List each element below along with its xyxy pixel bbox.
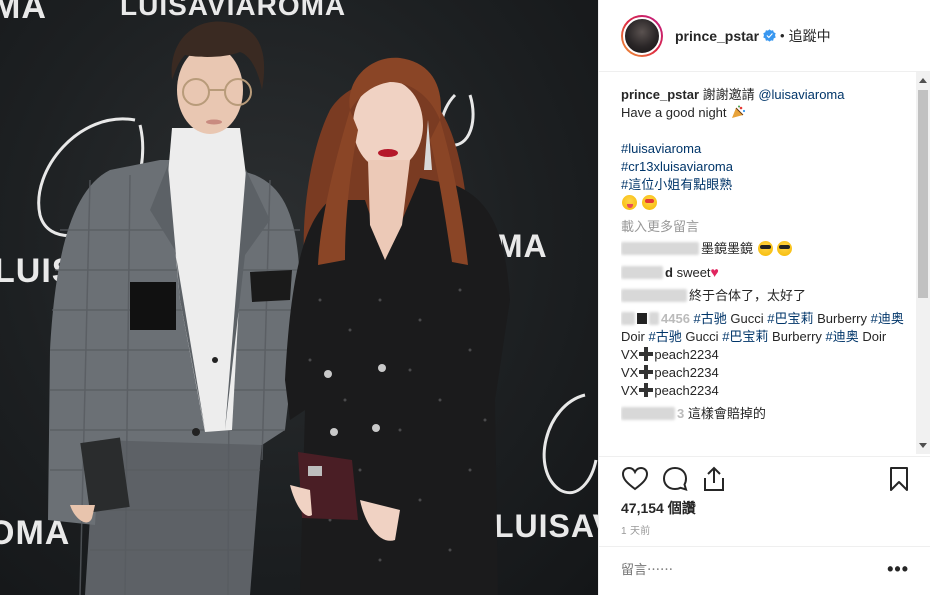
vx-label: VX xyxy=(621,365,639,380)
sunglasses-face-icon xyxy=(757,241,773,256)
vx-label: VX xyxy=(621,383,639,398)
verified-badge-icon xyxy=(763,29,776,42)
comment-line: VX peach2234 xyxy=(621,346,911,364)
comment-line: VX peach2234 xyxy=(621,382,911,400)
comment-item: d sweet♥ xyxy=(621,263,911,282)
comment-text: Burberry xyxy=(772,329,822,344)
heavy-plus-icon xyxy=(639,347,654,361)
hashtag-link[interactable]: #luisaviaroma xyxy=(621,140,911,158)
comment-input[interactable] xyxy=(621,562,861,577)
caption-line-2-text: Have a good night xyxy=(621,105,727,120)
vx-id: peach2234 xyxy=(654,383,719,398)
comment-item: 終于合体了，太好了 xyxy=(621,287,911,305)
blurred-username xyxy=(621,289,687,302)
hashtag-link[interactable]: #迪奥 xyxy=(871,311,904,326)
red-heart-icon: ♥ xyxy=(710,264,719,280)
comment-username[interactable]: 4456 xyxy=(661,311,690,326)
comment-item: 4456 #古驰 Gucci #巴宝莉 Burberry #迪奥 Doir #古… xyxy=(621,310,911,400)
comment-item: 3 這樣會賠掉的 xyxy=(621,405,911,423)
post-timestamp[interactable]: 1 天前 xyxy=(621,522,651,537)
post-photo[interactable]: MA LUISAVIAROMA LUISAV OMA OMA LUISAV xyxy=(0,0,598,595)
load-more-label: 載入更多留言 xyxy=(621,219,700,234)
hashtag-link[interactable]: #cr13xluisaviaroma xyxy=(621,158,911,176)
comment-line: VX peach2234 xyxy=(621,364,911,382)
vx-id: peach2234 xyxy=(654,365,719,380)
header-username[interactable]: prince_pstar xyxy=(675,28,759,44)
scrollbar-thumb[interactable] xyxy=(918,90,928,298)
heavy-plus-icon xyxy=(639,383,654,397)
caption-line-2: Have a good night xyxy=(621,104,911,122)
comment-text: 墨鏡墨鏡 xyxy=(701,241,754,256)
vx-label: VX xyxy=(621,347,639,362)
caption-text: 謝謝邀請 xyxy=(702,87,755,102)
blurred-username xyxy=(621,242,699,255)
caption-emojis xyxy=(621,194,911,212)
share-icon[interactable] xyxy=(700,465,728,493)
likes-number: 47,154 xyxy=(621,500,664,516)
blurred-username xyxy=(621,266,663,279)
comment-text: sweet xyxy=(676,265,711,280)
comment-text: Burberry xyxy=(817,311,867,326)
blurred-username xyxy=(621,312,635,325)
yum-face-icon xyxy=(622,195,637,210)
caption: prince_pstar 謝謝邀請 @luisaviaroma xyxy=(621,86,911,104)
caption-username[interactable]: prince_pstar xyxy=(621,87,699,102)
star-struck-face-icon xyxy=(641,195,657,210)
like-heart-icon[interactable] xyxy=(621,465,649,493)
avatar-image xyxy=(623,16,661,55)
hashtag-link[interactable]: #古驰 xyxy=(694,311,727,326)
comment-text: Gucci xyxy=(685,329,719,344)
comments-scrollbar[interactable] xyxy=(916,72,930,454)
more-options-button[interactable]: ••• xyxy=(887,559,909,580)
hashtag-link[interactable]: #這位小姐有點眼熟 xyxy=(621,176,911,194)
caption-mention-link[interactable]: @luisaviaroma xyxy=(758,87,844,102)
blurred-username xyxy=(621,407,675,420)
blurred-avatar xyxy=(637,313,647,324)
hashtag-link[interactable]: #古驰 xyxy=(648,329,681,344)
load-more-comments-button[interactable]: 載入更多留言 xyxy=(621,218,911,236)
post-actions-bar xyxy=(599,456,930,500)
add-comment-bar: ••• xyxy=(599,546,930,595)
comment-username[interactable]: 3 xyxy=(677,406,684,421)
likes-unit: 個讚 xyxy=(667,500,696,516)
comment-item: 墨鏡墨鏡 xyxy=(621,240,911,258)
bookmark-icon[interactable] xyxy=(885,465,913,493)
follow-status-button[interactable]: 追蹤中 xyxy=(789,26,831,46)
avatar[interactable] xyxy=(621,14,663,57)
hashtag-link[interactable]: #巴宝莉 xyxy=(722,329,768,344)
photo-illustration xyxy=(37,21,598,595)
comment-text: Gucci xyxy=(730,311,764,326)
scroll-down-arrow-icon[interactable] xyxy=(919,443,927,448)
header-separator: • xyxy=(780,28,785,43)
post-side-panel: prince_pstar • 追蹤中 prince_pstar 謝謝邀請 @lu… xyxy=(598,0,930,595)
comment-text: Doir xyxy=(621,329,645,344)
party-popper-icon xyxy=(732,105,746,118)
comment-text: 終于合体了，太好了 xyxy=(689,288,807,303)
comment-bubble-icon[interactable] xyxy=(661,465,689,493)
comments-list: prince_pstar 謝謝邀請 @luisaviaroma Have a g… xyxy=(621,86,911,452)
likes-count[interactable]: 47,154 個讚 xyxy=(621,498,696,518)
hashtag-link[interactable]: #巴宝莉 xyxy=(767,311,813,326)
comment-username[interactable]: d xyxy=(665,265,673,280)
heavy-plus-icon xyxy=(639,365,654,379)
vx-id: peach2234 xyxy=(654,347,719,362)
sunglasses-face-icon xyxy=(777,241,793,256)
scroll-up-arrow-icon[interactable] xyxy=(919,78,927,83)
post-header: prince_pstar • 追蹤中 xyxy=(599,0,930,72)
blurred-username xyxy=(649,312,659,325)
comment-text: Doir xyxy=(862,329,887,344)
comment-text: 這樣會賠掉的 xyxy=(687,406,766,421)
hashtag-link[interactable]: #迪奥 xyxy=(826,329,859,344)
